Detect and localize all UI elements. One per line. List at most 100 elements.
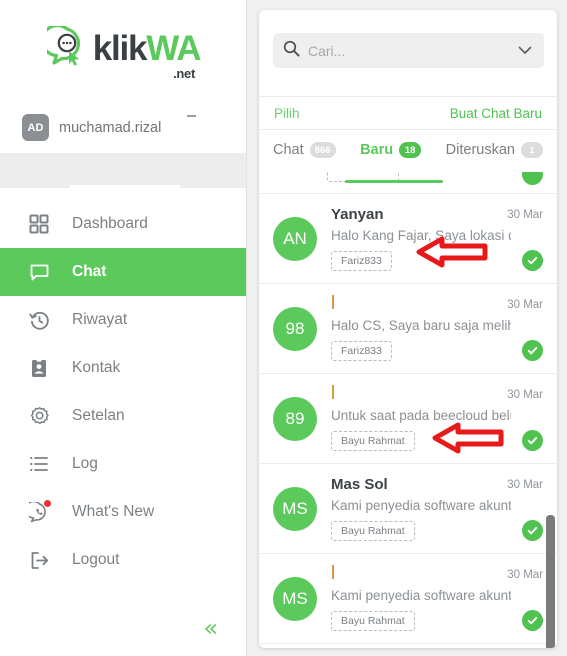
sidebar: klikWA .net AD muchamad.rizal Dashboard …	[0, 0, 247, 656]
status-check-icon	[522, 610, 543, 631]
sidebar-item-label: Dashboard	[72, 215, 148, 233]
user-account-row[interactable]: AD muchamad.rizal	[22, 114, 232, 141]
message-date: 30 Mar	[507, 479, 543, 491]
logo-text-net: .net	[173, 66, 195, 81]
tab-badge: 866	[309, 142, 336, 158]
status-check-icon	[522, 340, 543, 361]
sidebar-item-dashboard[interactable]: Dashboard	[0, 200, 246, 248]
chat-bubble-icon	[28, 261, 50, 283]
logo-text-klik: klik	[92, 28, 148, 68]
list-icon	[28, 453, 50, 475]
tab-label: Chat	[273, 142, 304, 158]
contact-card-icon	[28, 357, 50, 379]
message-preview: Kami penyedia software akuntan...	[331, 588, 511, 603]
sidebar-item-label: Riwayat	[72, 311, 128, 329]
sidebar-item-whats-new[interactable]: What's New	[0, 488, 246, 536]
sidebar-item-label: Kontak	[72, 359, 121, 377]
agent-tag[interactable]: Fariz833	[331, 251, 392, 271]
chat-panel: Pilih Buat Chat Baru Chat 866 Baru 18 Di…	[259, 10, 557, 648]
user-name-label: muchamad.rizal	[59, 119, 162, 136]
chat-list-item[interactable]: 89 30 Mar Untuk saat pada beecloud belu.…	[259, 374, 557, 464]
avatar: MS	[273, 577, 317, 621]
sidebar-menu: Dashboard Chat Riwayat Kontak Setelan Lo…	[0, 200, 246, 584]
search-input[interactable]	[308, 42, 493, 59]
tab-label: Baru	[360, 142, 394, 158]
text-cursor-icon	[332, 385, 334, 399]
message-date: 30 Mar	[507, 299, 543, 311]
sidebar-item-label: Setelan	[72, 407, 125, 425]
sidebar-divider-notch	[70, 185, 180, 191]
agent-tag[interactable]: Bayu Rahmat	[331, 521, 415, 541]
grid-icon	[28, 213, 50, 235]
whatsapp-icon	[28, 500, 51, 523]
select-link[interactable]: Pilih	[274, 106, 300, 121]
agent-tag[interactable]: Bayu Rahmat	[331, 611, 415, 631]
chat-list[interactable]: AN Yanyan 30 Mar Halo Kang Fajar, Saya l…	[259, 172, 557, 648]
tab-badge: 1	[520, 142, 543, 158]
chat-list-item[interactable]: MS 30 Mar Kami penyedia software akuntan…	[259, 554, 557, 644]
agent-tag[interactable]: Fariz833	[331, 341, 392, 361]
agent-tag[interactable]: Bayu Rahmat	[331, 431, 415, 451]
contact-name: Mas Sol	[331, 476, 388, 493]
sidebar-item-chat[interactable]: Chat	[0, 248, 246, 296]
tab-badge: 18	[399, 142, 422, 158]
chat-list-item[interactable]: AN Yanyan 30 Mar Halo Kang Fajar, Saya l…	[259, 194, 557, 284]
avatar: MS	[273, 487, 317, 531]
sidebar-item-riwayat[interactable]: Riwayat	[0, 296, 246, 344]
gear-icon	[28, 405, 50, 427]
avatar: 98	[273, 307, 317, 351]
sidebar-item-label: Chat	[72, 263, 107, 281]
message-date: 30 Mar	[507, 389, 543, 401]
active-tab-underline	[345, 180, 443, 183]
app-window: klikWA .net AD muchamad.rizal Dashboard …	[0, 0, 567, 656]
history-clock-icon	[28, 309, 50, 331]
tab-chat[interactable]: Chat 866	[273, 142, 336, 158]
avatar: AN	[273, 217, 317, 261]
tab-label: Diteruskan	[445, 142, 515, 158]
text-cursor-icon	[332, 565, 334, 579]
search-box[interactable]	[273, 33, 544, 68]
collapse-sidebar-button[interactable]: «	[203, 616, 218, 640]
tab-baru[interactable]: Baru 18	[360, 142, 422, 158]
message-preview: Kami penyedia software akuntan...	[331, 498, 511, 513]
sidebar-item-logout[interactable]: Logout	[0, 536, 246, 584]
tabs-row: Chat 866 Baru 18 Diteruskan 1	[259, 129, 557, 172]
sidebar-item-label: Log	[72, 455, 98, 473]
whatsapp-chat-cursor-logo-icon	[40, 23, 89, 68]
chat-list-item-partial[interactable]	[259, 172, 557, 194]
sidebar-item-log[interactable]: Log	[0, 440, 246, 488]
message-preview: Halo CS, Saya baru saja melihat...	[331, 318, 511, 333]
message-date: 30 Mar	[507, 209, 543, 221]
search-section	[259, 10, 557, 88]
sidebar-item-setelan[interactable]: Setelan	[0, 392, 246, 440]
status-check-icon	[522, 430, 543, 451]
notification-dot	[44, 500, 51, 507]
actions-row: Pilih Buat Chat Baru	[259, 96, 557, 129]
logo-text-wa: WA	[146, 28, 201, 68]
sidebar-item-label: Logout	[72, 551, 120, 569]
new-chat-link[interactable]: Buat Chat Baru	[450, 106, 542, 121]
message-preview: Untuk saat pada beecloud belu...	[331, 408, 511, 423]
text-cursor-icon	[332, 295, 334, 309]
search-icon	[283, 40, 300, 62]
status-check-icon-partial	[522, 172, 543, 185]
sidebar-item-label: What's New	[72, 503, 155, 521]
tab-diteruskan[interactable]: Diteruskan 1	[446, 142, 543, 158]
chat-list-item[interactable]: 98 30 Mar Halo CS, Saya baru saja meliha…	[259, 284, 557, 374]
logout-icon	[28, 549, 50, 571]
chevron-down-icon[interactable]	[518, 43, 532, 57]
message-preview: Halo Kang Fajar, Saya lokasi di ...	[331, 228, 511, 243]
avatar: 89	[273, 397, 317, 441]
chat-list-scrollbar-thumb[interactable]	[546, 515, 555, 648]
brand-logo: klikWA .net	[0, 23, 247, 81]
status-check-icon	[522, 520, 543, 541]
chat-list-scrollbar-track[interactable]	[546, 172, 556, 648]
chat-list-item[interactable]: MS Mas Sol 30 Mar Kami penyedia software…	[259, 464, 557, 554]
minimize-icon[interactable]	[187, 115, 196, 117]
status-check-icon	[522, 250, 543, 271]
user-role-badge: AD	[22, 114, 49, 141]
message-date: 30 Mar	[507, 569, 543, 581]
contact-name: Yanyan	[331, 206, 384, 223]
sidebar-item-kontak[interactable]: Kontak	[0, 344, 246, 392]
sidebar-divider-band	[0, 153, 246, 188]
